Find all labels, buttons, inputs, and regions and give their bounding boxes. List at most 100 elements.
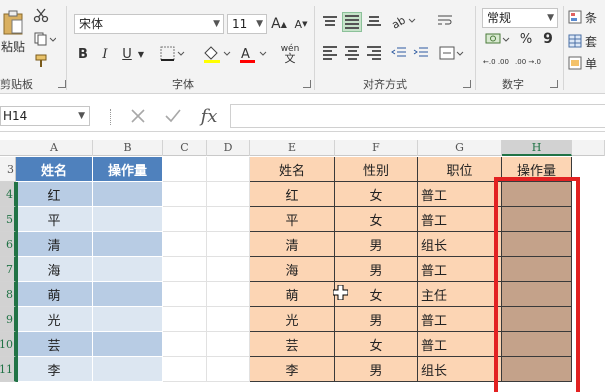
column-header-h[interactable]: H: [502, 140, 572, 156]
column-header-d[interactable]: D: [207, 140, 250, 156]
cell-c8[interactable]: [163, 282, 207, 307]
currency-button[interactable]: [484, 30, 512, 48]
left-cell-name[interactable]: 李: [16, 357, 93, 382]
left-cell-workload[interactable]: [93, 307, 163, 332]
left-cell-workload[interactable]: [93, 257, 163, 282]
right-cell-name[interactable]: 清: [250, 232, 335, 257]
right-cell-name[interactable]: 红: [250, 182, 335, 207]
font-name-combo[interactable]: 宋体 ▼: [74, 14, 224, 34]
column-header-g[interactable]: G: [418, 140, 502, 156]
cell-c10[interactable]: [163, 332, 207, 357]
right-cell-position[interactable]: 普工: [418, 207, 502, 232]
right-header-gender[interactable]: 性别: [335, 157, 418, 182]
left-cell-name[interactable]: 红: [16, 182, 93, 207]
left-cell-name[interactable]: 清: [16, 232, 93, 257]
left-cell-workload[interactable]: [93, 207, 163, 232]
cell-c4[interactable]: [163, 182, 207, 207]
cell-c5[interactable]: [163, 207, 207, 232]
border-button[interactable]: [158, 44, 188, 64]
cell-c3[interactable]: [163, 157, 207, 182]
underline-button[interactable]: U: [118, 44, 136, 64]
right-cell-position[interactable]: 普工: [418, 332, 502, 357]
increase-indent-button[interactable]: [412, 44, 430, 62]
formula-input[interactable]: [230, 104, 605, 128]
cell-d7[interactable]: [207, 257, 250, 282]
right-cell-gender[interactable]: 女: [335, 182, 418, 207]
confirm-entry-button[interactable]: [161, 104, 185, 128]
comma-style-button[interactable]: 9: [540, 30, 556, 48]
row-header-10[interactable]: 10: [0, 332, 16, 357]
align-bottom-button[interactable]: [365, 12, 383, 30]
right-cell-name[interactable]: 海: [250, 257, 335, 282]
row-header-8[interactable]: 8: [0, 282, 16, 307]
align-middle-button[interactable]: [342, 12, 362, 32]
bold-button[interactable]: B: [74, 44, 92, 64]
right-cell-gender[interactable]: 男: [335, 307, 418, 332]
alignment-launcher[interactable]: [463, 80, 471, 88]
cell-d8[interactable]: [207, 282, 250, 307]
left-cell-workload[interactable]: [93, 182, 163, 207]
right-cell-gender[interactable]: 女: [335, 332, 418, 357]
cancel-entry-button[interactable]: [126, 104, 150, 128]
row-header-6[interactable]: 6: [0, 232, 16, 257]
font-size-combo[interactable]: 11 ▼: [227, 14, 267, 34]
wrap-text-button[interactable]: [435, 12, 455, 30]
column-header-a[interactable]: A: [16, 140, 93, 156]
cell-d4[interactable]: [207, 182, 250, 207]
cell-c11[interactable]: [163, 357, 207, 382]
column-header-f[interactable]: F: [335, 140, 418, 156]
decrease-decimal-button[interactable]: .00 →.0: [514, 52, 542, 72]
align-top-button[interactable]: [321, 12, 339, 30]
right-cell-position[interactable]: 主任: [418, 282, 502, 307]
cell-c7[interactable]: [163, 257, 207, 282]
cut-button[interactable]: [32, 6, 50, 24]
cell-d3[interactable]: [207, 157, 250, 182]
right-header-position[interactable]: 职位: [418, 157, 502, 182]
insert-function-button[interactable]: fx: [196, 104, 222, 128]
column-header-c[interactable]: C: [163, 140, 207, 156]
increase-decimal-button[interactable]: ←.0 .00: [482, 52, 510, 72]
shrink-font-button[interactable]: A ▼: [292, 14, 310, 34]
left-cell-name[interactable]: 海: [16, 257, 93, 282]
column-header-b[interactable]: B: [93, 140, 163, 156]
cell-d9[interactable]: [207, 307, 250, 332]
copy-button[interactable]: [30, 30, 60, 48]
cell-d5[interactable]: [207, 207, 250, 232]
left-cell-name[interactable]: 萌: [16, 282, 93, 307]
underline-dropdown[interactable]: ▼: [136, 44, 146, 64]
percent-button[interactable]: %: [518, 30, 534, 48]
italic-button[interactable]: I: [96, 44, 114, 64]
left-cell-workload[interactable]: [93, 332, 163, 357]
right-cell-name[interactable]: 萌: [250, 282, 335, 307]
row-header-9[interactable]: 9: [0, 307, 16, 332]
right-cell-gender[interactable]: 女: [335, 207, 418, 232]
name-box[interactable]: H14 ▼: [0, 106, 90, 126]
left-cell-workload[interactable]: [93, 282, 163, 307]
right-cell-gender[interactable]: 男: [335, 257, 418, 282]
left-cell-workload[interactable]: [93, 357, 163, 382]
right-cell-position[interactable]: 组长: [418, 357, 502, 382]
font-color-button[interactable]: A: [236, 44, 270, 64]
right-cell-gender[interactable]: 男: [335, 357, 418, 382]
right-cell-position[interactable]: 普工: [418, 257, 502, 282]
cell-c9[interactable]: [163, 307, 207, 332]
format-painter-button[interactable]: [32, 52, 50, 70]
format-as-table-button[interactable]: 套: [568, 32, 605, 50]
right-cell-position[interactable]: 普工: [418, 307, 502, 332]
right-cell-position[interactable]: 普工: [418, 182, 502, 207]
column-header-e[interactable]: E: [250, 140, 335, 156]
fill-color-button[interactable]: [200, 44, 234, 64]
cell-styles-button[interactable]: 单: [568, 54, 605, 72]
left-cell-workload[interactable]: [93, 232, 163, 257]
paste-button[interactable]: 粘贴: [0, 8, 26, 56]
row-header-7[interactable]: 7: [0, 257, 16, 282]
decrease-indent-button[interactable]: [390, 44, 408, 62]
conditional-format-button[interactable]: 条: [568, 8, 605, 26]
number-format-combo[interactable]: 常规 ▼: [482, 8, 558, 28]
merge-center-button[interactable]: [438, 44, 466, 62]
cell-c6[interactable]: [163, 232, 207, 257]
align-left-button[interactable]: [321, 44, 339, 62]
phonetic-button[interactable]: wén 文: [278, 42, 302, 66]
row-header-5[interactable]: 5: [0, 207, 16, 232]
right-cell-name[interactable]: 李: [250, 357, 335, 382]
